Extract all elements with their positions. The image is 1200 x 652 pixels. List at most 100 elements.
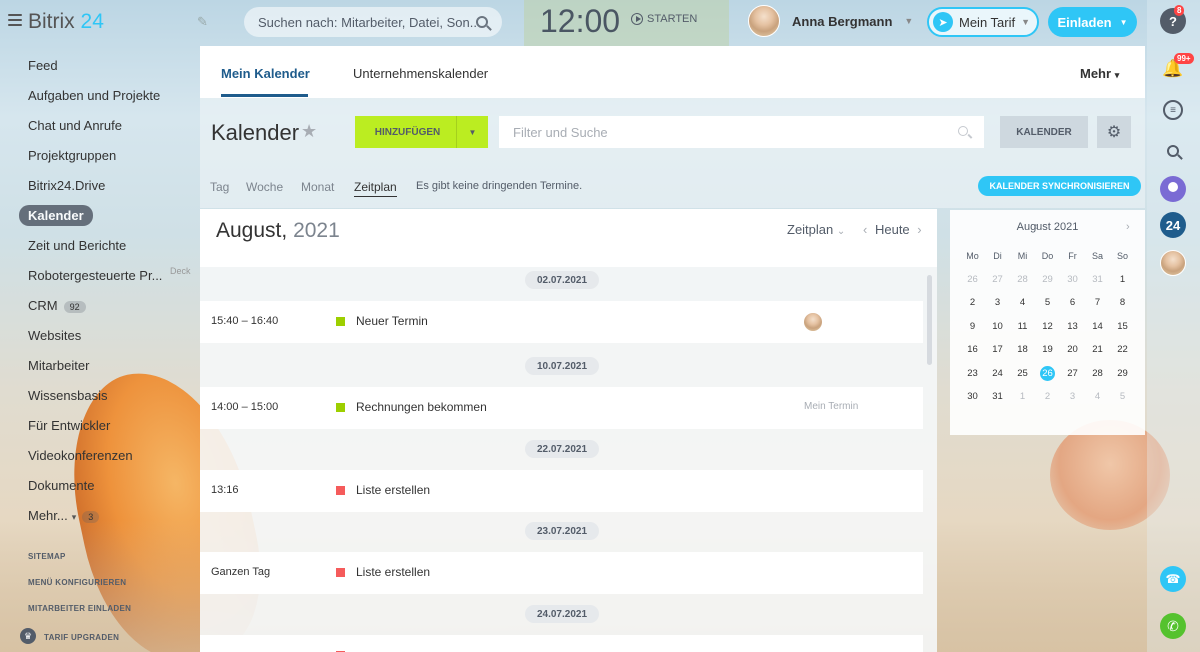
sidebar-item-chat[interactable]: Chat und Anrufe: [28, 118, 122, 133]
calendar-day[interactable]: 5: [1035, 297, 1060, 308]
calendar-day[interactable]: 27: [985, 274, 1010, 285]
calendar-day[interactable]: 29: [1110, 368, 1135, 379]
today-button[interactable]: Heute: [875, 222, 910, 237]
configure-menu-link[interactable]: MENÜ KONFIGURIEREN: [28, 578, 126, 587]
chevron-down-icon[interactable]: ▼: [456, 116, 488, 148]
calendar-day[interactable]: 17: [985, 344, 1010, 355]
event-row[interactable]: 15:40 – 16:40 Neuer Termin: [200, 301, 923, 343]
calendar-day[interactable]: 19: [1035, 344, 1060, 355]
calendar-day[interactable]: 28: [1085, 368, 1110, 379]
calendar-day[interactable]: 26: [1035, 365, 1060, 381]
view-tab-week[interactable]: Woche: [246, 180, 283, 194]
sidebar-item-tasks[interactable]: Aufgaben und Projekte: [28, 88, 160, 103]
more-tabs-button[interactable]: Mehr ▾: [1080, 66, 1119, 81]
calendar-button[interactable]: KALENDER: [1000, 116, 1088, 148]
calendar-day[interactable]: 28: [1010, 274, 1035, 285]
sidebar-item-more[interactable]: Mehr... ▾ 3: [28, 508, 100, 523]
upgrade-plan-link[interactable]: TARIF UPGRADEN: [44, 633, 119, 642]
calendar-day[interactable]: 2: [960, 297, 985, 308]
calendar-day[interactable]: 9: [960, 321, 985, 332]
sidebar-item-developers[interactable]: Für Entwickler: [28, 418, 110, 433]
help-icon[interactable]: ? 8: [1160, 5, 1186, 34]
sidebar-item-time-reports[interactable]: Zeit und Berichte: [28, 238, 126, 253]
tab-my-calendar[interactable]: Mein Kalender: [221, 66, 310, 81]
chevron-right-icon[interactable]: ›: [917, 222, 921, 237]
search-icon[interactable]: [1160, 138, 1186, 164]
calendar-day[interactable]: 20: [1060, 344, 1085, 355]
view-tab-month[interactable]: Monat: [301, 180, 334, 194]
calendar-day[interactable]: 4: [1010, 297, 1035, 308]
calendar-day[interactable]: 11: [1010, 321, 1035, 332]
avatar[interactable]: [1160, 250, 1186, 276]
calendar-day[interactable]: 13: [1060, 321, 1085, 332]
sidebar-item-feed[interactable]: Feed: [28, 58, 58, 73]
chevron-right-icon[interactable]: ›: [1126, 221, 1130, 233]
sidebar-item-employees[interactable]: Mitarbeiter: [28, 358, 89, 373]
invite-button[interactable]: Einladen ▼: [1048, 7, 1137, 37]
search-input[interactable]: Suchen nach: Mitarbeiter, Datei, Son...: [244, 7, 502, 37]
view-tab-day[interactable]: Tag: [210, 180, 229, 194]
schedule-view-select[interactable]: Zeitplan ⌄: [787, 222, 845, 237]
calendar-day[interactable]: 21: [1085, 344, 1110, 355]
calendar-day[interactable]: 3: [1060, 391, 1085, 402]
invite-staff-link[interactable]: MITARBEITER EINLADEN: [28, 604, 131, 613]
calendar-day[interactable]: 14: [1085, 321, 1110, 332]
phone-book-icon[interactable]: ☎: [1160, 566, 1186, 592]
calendar-day[interactable]: 15: [1110, 321, 1135, 332]
view-tab-schedule[interactable]: Zeitplan: [354, 180, 397, 197]
calendar-day[interactable]: 10: [985, 321, 1010, 332]
pencil-icon[interactable]: ✎: [197, 14, 208, 30]
event-row[interactable]: [200, 635, 923, 652]
sidebar-item-documents[interactable]: Dokumente: [28, 478, 94, 493]
gear-icon[interactable]: ⚙: [1097, 116, 1131, 148]
calendar-day[interactable]: 26: [960, 274, 985, 285]
logo[interactable]: Bitrix 24: [28, 10, 104, 34]
calendar-day[interactable]: 7: [1085, 297, 1110, 308]
calendar-day[interactable]: 2: [1035, 391, 1060, 402]
calendar-day[interactable]: 30: [1060, 274, 1085, 285]
calendar-day[interactable]: 27: [1060, 368, 1085, 379]
phone-icon[interactable]: ✆: [1160, 613, 1186, 639]
chat-icon[interactable]: ≡: [1163, 100, 1183, 120]
event-row[interactable]: Ganzen Tag Liste erstellen: [200, 552, 923, 594]
event-row[interactable]: 13:16 Liste erstellen: [200, 470, 923, 512]
menu-toggle-icon[interactable]: [8, 14, 22, 26]
sidebar-item-knowledge-base[interactable]: Wissensbasis: [28, 388, 107, 403]
bell-icon[interactable]: 🔔 99+: [1160, 53, 1194, 82]
calendar-day[interactable]: 18: [1010, 344, 1035, 355]
calendar-day[interactable]: 3: [985, 297, 1010, 308]
calendar-day[interactable]: 24: [985, 368, 1010, 379]
calendar-day[interactable]: 6: [1060, 297, 1085, 308]
calendar-day[interactable]: 12: [1035, 321, 1060, 332]
calendar-day[interactable]: 31: [1085, 274, 1110, 285]
star-icon[interactable]: ★: [301, 121, 317, 142]
sidebar-item-workgroups[interactable]: Projektgruppen: [28, 148, 116, 163]
calendar-day[interactable]: 16: [960, 344, 985, 355]
search-icon[interactable]: [476, 16, 488, 28]
calendar-day[interactable]: 30: [960, 391, 985, 402]
search-icon[interactable]: [958, 126, 968, 136]
sitemap-link[interactable]: SITEMAP: [28, 552, 66, 561]
calendar-day[interactable]: 25: [1010, 368, 1035, 379]
chevron-left-icon[interactable]: ‹: [863, 222, 867, 237]
bitrix24-icon[interactable]: 24: [1160, 212, 1186, 238]
calendar-day[interactable]: 1: [1010, 391, 1035, 402]
scrollbar[interactable]: [927, 275, 932, 365]
sidebar-item-drive[interactable]: Bitrix24.Drive: [28, 178, 105, 193]
event-row[interactable]: 14:00 – 15:00 Rechnungen bekommen Mein T…: [200, 387, 923, 429]
filter-search-input[interactable]: [499, 116, 984, 148]
sync-calendar-button[interactable]: KALENDER SYNCHRONISIEREN: [978, 176, 1141, 196]
sidebar-item-websites[interactable]: Websites: [28, 328, 81, 343]
calendar-day[interactable]: 1: [1110, 274, 1135, 285]
calendar-day[interactable]: 31: [985, 391, 1010, 402]
calendar-day[interactable]: 5: [1110, 391, 1135, 402]
calendar-day[interactable]: 8: [1110, 297, 1135, 308]
user-icon[interactable]: [1160, 176, 1186, 202]
add-button[interactable]: HINZUFÜGEN ▼: [355, 116, 488, 148]
sidebar-item-video-conferences[interactable]: Videokonferenzen: [28, 448, 133, 463]
calendar-day[interactable]: 4: [1085, 391, 1110, 402]
sidebar-item-calendar[interactable]: Kalender: [19, 205, 93, 226]
start-button[interactable]: STARTEN: [631, 13, 697, 25]
calendar-day[interactable]: 22: [1110, 344, 1135, 355]
sidebar-item-rpa[interactable]: Robotergesteuerte Pr...: [28, 268, 162, 283]
